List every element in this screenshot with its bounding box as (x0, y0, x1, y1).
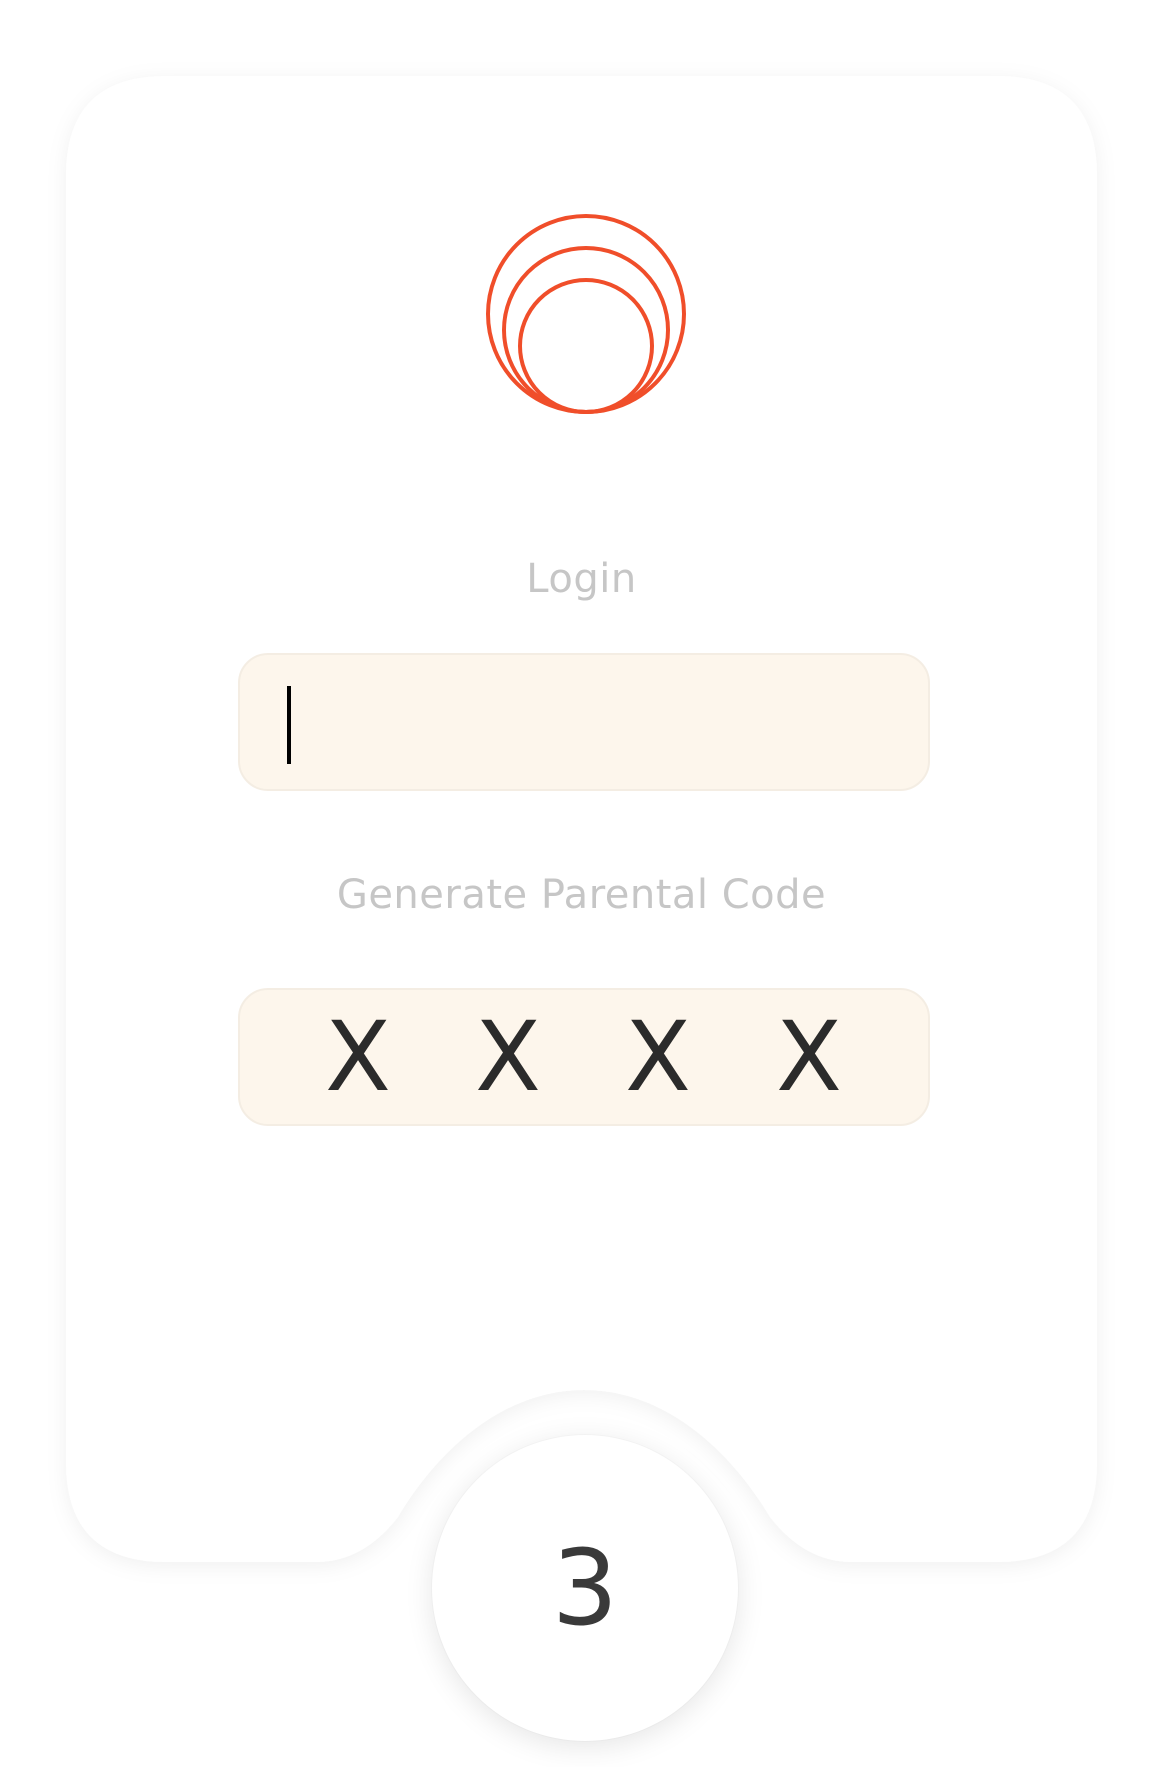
login-field[interactable] (238, 653, 930, 791)
step-number: 3 (551, 1527, 619, 1649)
login-input[interactable] (240, 655, 928, 789)
step-indicator: 3 (432, 1435, 738, 1741)
parental-code-label: Generate Parental Code (336, 872, 827, 918)
parental-code-char: X (625, 1001, 691, 1113)
login-screen: Login Generate Parental Code X X X X 3 (0, 0, 1163, 1767)
parental-code-field[interactable]: X X X X (238, 988, 930, 1126)
text-cursor (287, 686, 291, 764)
login-label: Login (526, 556, 637, 602)
concentric-circles-logo-icon (486, 214, 686, 414)
parental-code-char: X (776, 1001, 842, 1113)
parental-code-char: X (325, 1001, 391, 1113)
parental-code-char: X (475, 1001, 541, 1113)
